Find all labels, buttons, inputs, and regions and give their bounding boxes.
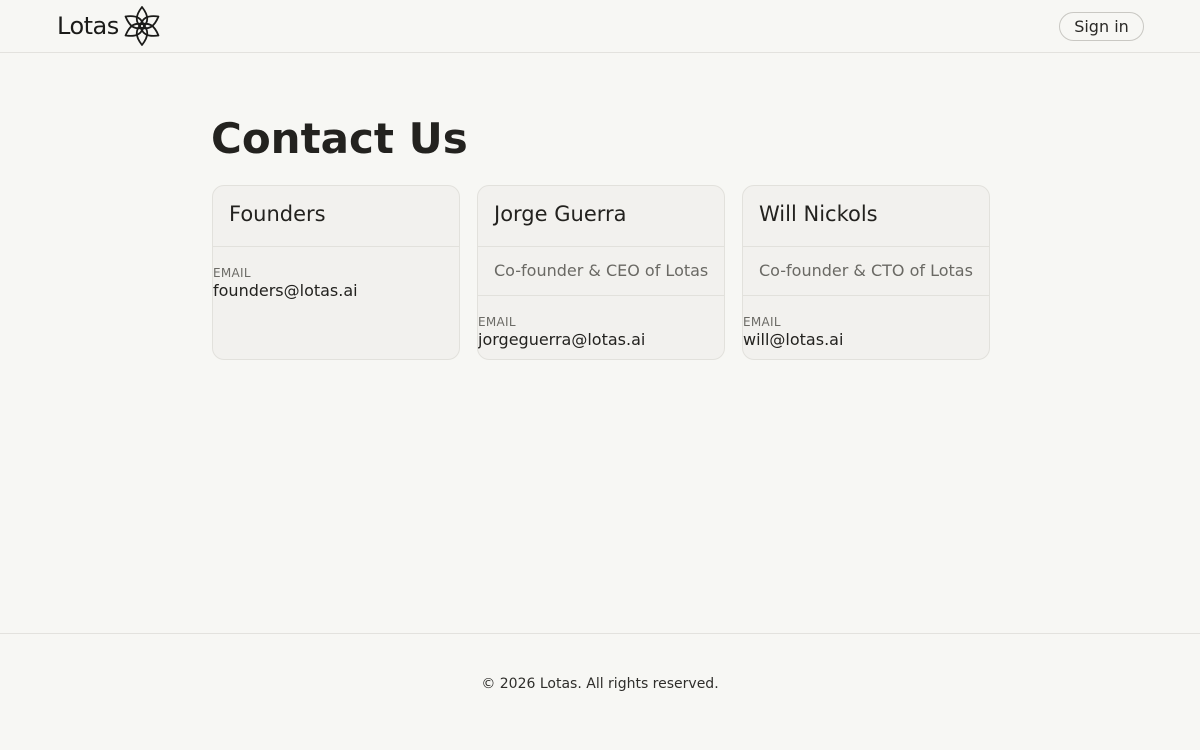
card-name: Founders — [213, 186, 459, 247]
email-address: will@lotas.ai — [743, 330, 844, 349]
lotus-logo-icon — [124, 6, 160, 46]
email-link[interactable]: EMAIL jorgeguerra@lotas.ai — [478, 284, 724, 359]
site-footer: © 2026 Lotas. All rights reserved. — [0, 633, 1200, 750]
email-address: jorgeguerra@lotas.ai — [478, 330, 646, 349]
email-label: EMAIL — [213, 266, 251, 280]
contact-card-founders: Founders EMAIL founders@lotas.ai — [212, 185, 460, 360]
email-address: founders@lotas.ai — [213, 281, 358, 300]
email-link[interactable]: EMAIL founders@lotas.ai — [213, 235, 459, 319]
logo-text: Lotas — [57, 12, 119, 40]
card-role: Co-founder & CTO of Lotas — [743, 247, 989, 296]
contact-card-will-nickols: Will Nickols Co-founder & CTO of Lotas E… — [742, 185, 990, 360]
email-link[interactable]: EMAIL will@lotas.ai — [743, 284, 989, 359]
copyright-text: © 2026 Lotas. All rights reserved. — [481, 676, 719, 692]
email-label: EMAIL — [743, 315, 781, 329]
card-name: Jorge Guerra — [478, 186, 724, 247]
card-role: Co-founder & CEO of Lotas — [478, 247, 724, 296]
logo-link[interactable]: Lotas — [57, 4, 161, 48]
site-header: Lotas Sign in — [0, 0, 1200, 53]
card-name: Will Nickols — [743, 186, 989, 247]
email-label: EMAIL — [478, 315, 516, 329]
contact-cards: Founders EMAIL founders@lotas.ai Jorge G… — [212, 185, 990, 360]
sign-in-button[interactable]: Sign in — [1059, 12, 1144, 41]
page-title: Contact Us — [211, 114, 468, 163]
contact-card-jorge-guerra: Jorge Guerra Co-founder & CEO of Lotas E… — [477, 185, 725, 360]
